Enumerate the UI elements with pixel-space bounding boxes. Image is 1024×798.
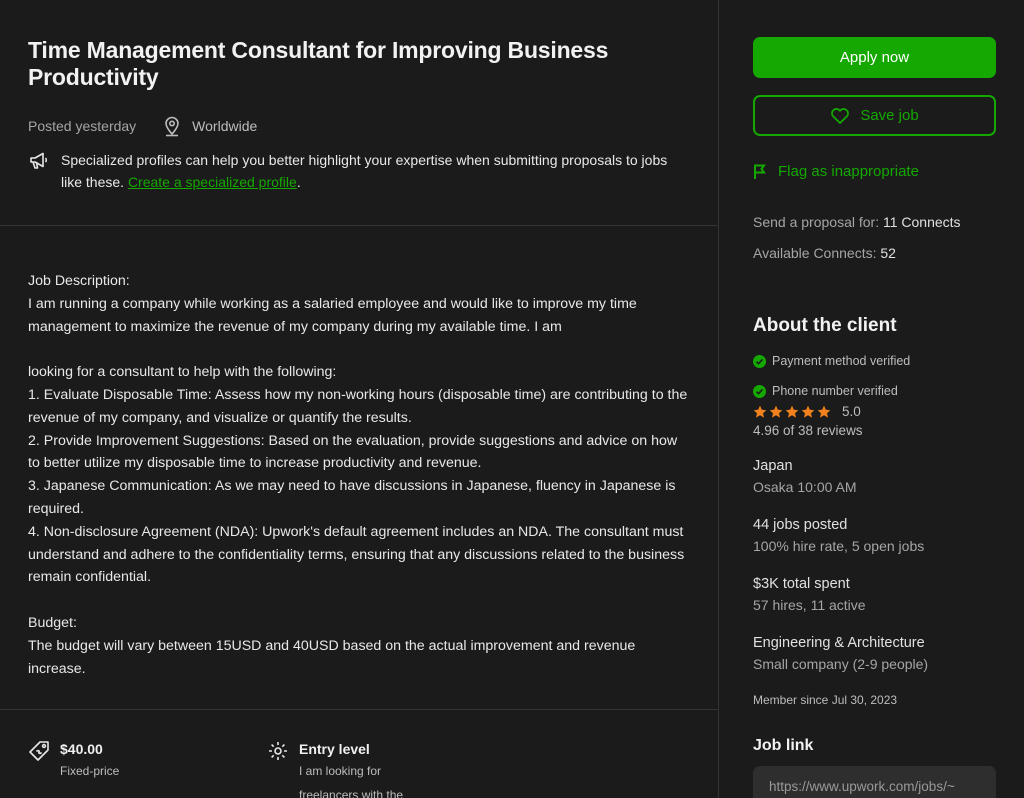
price-tag-icon (29, 741, 49, 761)
fixed-price-amount: $40.00 (60, 741, 103, 757)
client-location: Japan Osaka 10:00 AM (753, 456, 996, 497)
send-proposal-label: Send a proposal for: (753, 214, 883, 230)
job-title: Time Management Consultant for Improving… (28, 37, 609, 90)
check-circle-icon (753, 384, 766, 398)
jobs-posted: 44 jobs posted (753, 517, 848, 533)
phone-verified-label: Phone number verified (772, 384, 898, 398)
client-country: Japan (753, 458, 793, 474)
about-client-title: About the client (753, 315, 897, 336)
job-link-title: Job link (753, 737, 814, 754)
member-since: Member since Jul 30, 2023 (753, 693, 898, 707)
specialized-text: Specialized profiles can help you better… (61, 149, 690, 193)
connects-info: Send a proposal for: 11 Connects Availab… (753, 212, 996, 263)
star-icon (753, 405, 767, 418)
save-job-button[interactable]: Save job (753, 95, 996, 136)
job-header: Time Management Consultant for Improving… (0, 0, 718, 226)
job-link-field[interactable] (753, 766, 996, 798)
experience-level-desc: I am looking for (299, 764, 382, 778)
available-connects: Available Connects: 52 (753, 243, 996, 263)
payment-verified: Payment method verified (753, 354, 996, 368)
job-description-section: Job Description: I am running a company … (0, 226, 718, 710)
industry: Engineering & Architecture (753, 635, 925, 651)
rating-value: 5.0 (842, 404, 861, 419)
star-icon (817, 405, 831, 418)
flag-icon (754, 164, 766, 179)
client-spend: $3K total spent 57 hires, 11 active (753, 574, 996, 615)
hires-count: 57 hires, 11 active (753, 597, 866, 613)
available-connects-label: Available Connects: (753, 245, 881, 261)
star-icon (801, 405, 815, 418)
megaphone-icon (30, 152, 48, 169)
flag-label: Flag as inappropriate (778, 163, 919, 180)
phone-verified: Phone number verified (753, 384, 996, 398)
star-icon (769, 405, 783, 418)
job-meta: Posted yesterday Worldwide (28, 115, 690, 137)
specialized-text-suffix: . (296, 174, 301, 190)
star-icon (785, 405, 799, 418)
send-proposal-value: 11 Connects (882, 214, 961, 230)
level-gear-icon (269, 742, 287, 760)
save-job-label: Save job (860, 107, 919, 124)
hire-rate: 100% hire rate, 5 open jobs (753, 538, 925, 554)
price-feature: $40.00 Fixed-price (28, 740, 267, 798)
reviews-count: 4.96 of 38 reviews (753, 423, 863, 438)
client-company: Engineering & Architecture Small company… (753, 633, 996, 674)
job-sidebar: Apply now Save job Flag as inappropriate… (720, 0, 1024, 798)
location-label: Worldwide (192, 118, 258, 134)
payment-verified-label: Payment method verified (772, 354, 911, 368)
heart-icon (831, 107, 850, 124)
client-jobs: 44 jobs posted 100% hire rate, 5 open jo… (753, 515, 996, 556)
apply-now-button[interactable]: Apply now (753, 37, 996, 78)
total-spent: $3K total spent (753, 576, 850, 592)
location: Worldwide (162, 115, 257, 137)
company-size: Small company (2-9 people) (753, 656, 929, 672)
location-pin-icon (165, 116, 179, 137)
specialized-profile-tip: Specialized profiles can help you better… (28, 149, 690, 193)
experience-level-desc-cont: freelancers with the (299, 788, 404, 798)
flag-inappropriate-link[interactable]: Flag as inappropriate (753, 163, 996, 180)
client-rating: 5.0 (753, 404, 996, 419)
job-description: Job Description: I am running a company … (28, 273, 688, 677)
price-type: Fixed-price (60, 764, 120, 778)
experience-level-feature: Entry level I am looking for freelancers… (267, 740, 403, 798)
experience-level: Entry level (299, 741, 370, 757)
create-specialized-profile-link[interactable]: Create a specialized profile (128, 174, 297, 190)
client-city-time: Osaka 10:00 AM (753, 479, 857, 495)
job-features: $40.00 Fixed-price Entry level I am look… (0, 710, 718, 798)
posted-time: Posted yesterday (28, 118, 137, 134)
job-details-panel: Time Management Consultant for Improving… (0, 0, 719, 798)
check-circle-icon (753, 354, 766, 368)
send-proposal-connects: Send a proposal for: 11 Connects (753, 212, 996, 232)
available-connects-value: 52 (880, 245, 896, 261)
